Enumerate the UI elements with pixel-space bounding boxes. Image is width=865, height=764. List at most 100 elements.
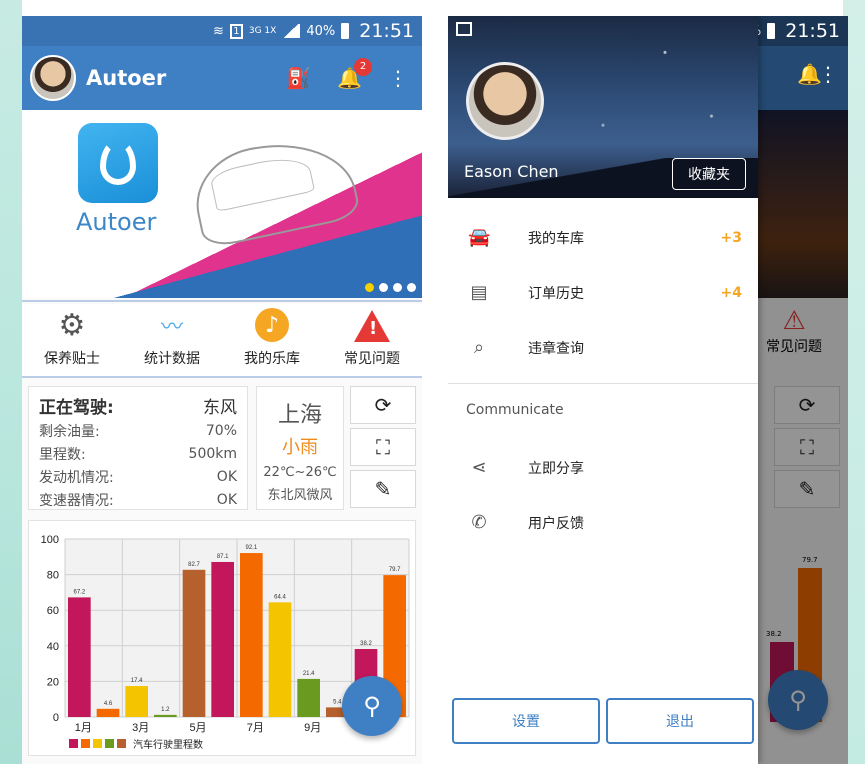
battery-icon [767, 23, 776, 39]
notification-bell-icon[interactable]: 🔔 2 [337, 58, 372, 90]
notification-badge: 2 [354, 58, 372, 76]
menu-count: +3 [720, 229, 742, 246]
menu-label: 用户反馈 [528, 515, 584, 532]
pager-dot[interactable] [407, 283, 416, 292]
bar-value-label: 82.7 [188, 562, 200, 568]
battery-percent: 40% [306, 23, 336, 39]
fullscreen-button[interactable]: ⛶ [350, 428, 416, 466]
quick-label: 统计数据 [144, 351, 200, 367]
quick-faq[interactable]: ! 常见问题 [322, 304, 422, 376]
bar [125, 686, 148, 717]
x-tick-label: 7月 [247, 722, 264, 734]
wifi-icon: ≋ [212, 23, 224, 39]
fullscreen-icon: ⛶ [376, 435, 390, 459]
menu-label: 立即分享 [528, 460, 584, 477]
y-tick-label: 40 [47, 641, 59, 653]
drawer-avatar[interactable] [466, 62, 544, 140]
battery-icon [341, 23, 350, 39]
pager-dot[interactable] [365, 283, 374, 292]
autoer-logo-icon [78, 123, 158, 203]
weather-wind: 东北风微风 [267, 488, 333, 503]
legend-swatch [117, 739, 126, 748]
refresh-button[interactable]: ⟳ [350, 386, 416, 424]
stats-icon: 〰 [160, 315, 183, 340]
transmission-label: 变速器情况: [39, 492, 114, 509]
gallery-icon [456, 22, 472, 36]
background-decoration [0, 0, 22, 764]
bar-value-label: 5.4 [333, 699, 342, 705]
bar-value-label: 38.2 [360, 641, 372, 647]
fuel-pump-icon[interactable]: ⛽ [286, 66, 311, 90]
navigation-drawer: Eason Chen 收藏夹 🚘 我的车库 +3 ▤ 订单历史 +4 ⌕ 违章查… [448, 16, 758, 764]
legend-swatch [81, 739, 90, 748]
app-title: Autoer [86, 66, 167, 90]
more-menu-icon[interactable]: ⋮ [388, 66, 408, 90]
logout-button[interactable]: 退出 [606, 698, 754, 744]
menu-count: +4 [720, 284, 742, 301]
driving-status-card: 正在驾驶: 东风 剩余油量: 70% 里程数: 500km 发动机情况: OK 变速器情… [28, 386, 248, 510]
bar [240, 553, 263, 717]
menu-label: 我的车库 [528, 230, 584, 247]
weather-card[interactable]: 上海 小雨 22℃~26℃ 东北风微风 [256, 386, 344, 510]
bar [297, 678, 320, 717]
legend-swatch [69, 739, 78, 748]
status-bar: ≋ 1 3G 1X 40% 21:51 [22, 16, 422, 46]
menu-item-order-history[interactable]: ▤ 订单历史 +4 [448, 265, 758, 320]
quick-maintenance-tips[interactable]: ⚙ 保养贴士 [22, 304, 122, 376]
menu-item-garage[interactable]: 🚘 我的车库 +3 [448, 210, 758, 265]
menu-item-share[interactable]: ⋖ 立即分享 [448, 440, 758, 495]
user-name: Eason Chen [464, 162, 559, 181]
location-fab[interactable]: ⚲ [342, 676, 402, 736]
menu-item-violation-check[interactable]: ⌕ 违章查询 [448, 320, 758, 375]
bar [96, 708, 120, 717]
quick-label: 我的乐库 [244, 351, 300, 367]
y-tick-label: 60 [47, 605, 59, 617]
bar [154, 714, 177, 717]
quick-music-library[interactable]: ♪ 我的乐库 [222, 304, 322, 376]
transmission-value: OK [216, 491, 237, 508]
settings-button[interactable]: 设置 [452, 698, 600, 744]
car-icon: 🚘 [468, 227, 491, 248]
bar-value-label: 87.1 [217, 554, 229, 560]
bar-value-label: 21.4 [303, 671, 315, 677]
menu-item-feedback[interactable]: ✆ 用户反馈 [448, 495, 758, 550]
quick-label: 常见问题 [344, 351, 400, 367]
location-pin-icon: ⚲ [363, 692, 381, 720]
edit-pencil-icon: ✎ [374, 477, 392, 501]
promo-banner[interactable]: Autoer [22, 110, 422, 298]
edit-button[interactable]: ✎ [350, 470, 416, 508]
music-disc-icon: ♪ [255, 308, 289, 342]
phone-icon: ✆ [471, 512, 487, 533]
more-behind-icon: ⋮ [818, 62, 838, 86]
menu-label: 订单历史 [528, 285, 584, 302]
bar-value-label: 64.4 [274, 594, 286, 600]
quick-statistics[interactable]: 〰 统计数据 [122, 304, 222, 376]
banner-pager[interactable] [365, 283, 416, 292]
bar-value-label: 67.2 [73, 589, 85, 595]
pager-dot[interactable] [379, 283, 388, 292]
mileage-value: 500km [188, 445, 237, 462]
refresh-icon: ⟳ [374, 393, 392, 417]
x-tick-label: 9月 [304, 722, 321, 734]
phone-screen-main: ≋ 1 3G 1X 40% 21:51 Autoer ⛽ 🔔 2 ⋮ Autoer [22, 16, 422, 764]
clock: 21:51 [785, 20, 840, 42]
x-tick-label: 5月 [189, 722, 206, 734]
favorites-button[interactable]: 收藏夹 [672, 158, 746, 190]
bar [211, 561, 234, 717]
signal-icon [282, 24, 301, 38]
search-icon: ⌕ [473, 337, 485, 358]
y-tick-label: 100 [41, 534, 59, 546]
fuel-value: 70% [205, 422, 237, 439]
quick-label: 保养贴士 [44, 351, 100, 367]
bar [268, 602, 292, 717]
legend-swatch [93, 739, 102, 748]
y-tick-label: 80 [47, 570, 59, 582]
legend-swatch [105, 739, 114, 748]
avatar[interactable] [30, 55, 76, 101]
pager-dot[interactable] [393, 283, 402, 292]
driving-car: 东风 [203, 397, 237, 418]
bar [182, 569, 206, 717]
mileage-label: 里程数: [39, 446, 86, 463]
drawer-divider [448, 383, 758, 384]
gears-icon: ⚙ [58, 307, 86, 343]
